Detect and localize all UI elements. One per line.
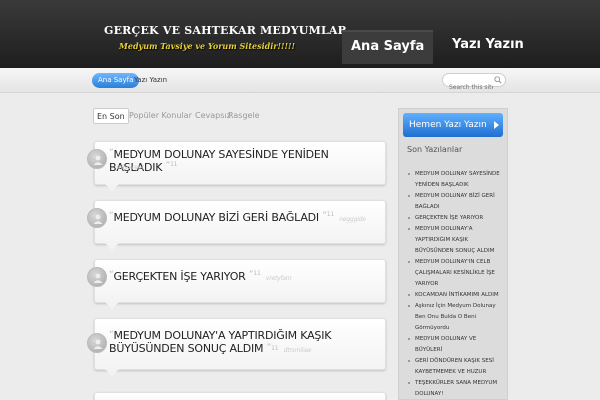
nav-yazi-yazin[interactable]: Yazı Yazın — [452, 30, 524, 64]
bubble-arrow — [105, 184, 119, 191]
recent-post-link[interactable]: Görmüyordu — [405, 323, 505, 334]
post-title[interactable]: “MEDYUM DOLUNAY'A YAPTIRDIĞIM KAŞIK BÜYÜ… — [109, 329, 331, 357]
recent-post-link[interactable]: MEDYUM DOLUNAY'IN CELB — [405, 257, 505, 268]
recent-post-link[interactable]: BÜYÜLERİ — [405, 345, 505, 356]
tab-cevapsiz[interactable]: Cevapsız — [195, 108, 231, 124]
post-title[interactable]: “MEDYUM DOLUNAY BİZİ GERİ BAĞLADI ”11 ne… — [109, 211, 366, 224]
recent-post-link[interactable]: YENİDEN BAŞLADIK — [405, 180, 505, 191]
post-item[interactable]: “MEDYUM DOLUNAY'A YAPTIRDIĞIM KAŞIK BÜYÜ… — [87, 318, 386, 376]
post-item[interactable]: “GERÇEKTEN İŞE YARIYOR ”11 vretyfam — [87, 259, 386, 309]
arrow-right-icon — [494, 121, 499, 129]
recent-post-link[interactable]: YAPTIRDIĞIM KAŞIK — [405, 235, 505, 246]
recent-post-link[interactable]: MEDYUM DOLUNAY SAYESİNDE — [405, 169, 505, 180]
post-item[interactable]: “MEDYUM DOLUNAY SAYESİNDE YENİDEN BAŞLAD… — [87, 141, 386, 191]
recent-post-link[interactable]: ÇALIŞMALARI KESİNLİKLE İŞE — [405, 268, 505, 279]
post-title-line1[interactable]: MEDYUM DOLUNAY'A YAPTIRDIĞIM KAŞIK — [113, 329, 331, 342]
recent-posts-list: MEDYUM DOLUNAY SAYESİNDE YENİDEN BAŞLADIK… — [405, 169, 505, 400]
comment-count: 11 — [253, 270, 261, 277]
breadcrumb-home[interactable]: Ana Sayfa — [92, 73, 140, 88]
recent-posts-heading: Son Yazılanlar — [407, 145, 463, 154]
post-title-line2[interactable]: BÜYÜSÜNDEN SONUÇ ALDIM — [109, 342, 264, 355]
post-author[interactable]: dtrsmilaw — [284, 347, 312, 354]
post-title[interactable]: “MEDYUM DOLUNAY SAYESİNDE YENİDEN BAŞLAD… — [109, 148, 385, 174]
tab-rasgele[interactable]: Rasgele — [228, 108, 260, 124]
post-title-text[interactable]: GERÇEKTEN İŞE YARIYOR — [113, 270, 245, 283]
recent-post-link[interactable]: TEŞEKKÜRLER SANA MEDYUM — [405, 378, 505, 389]
recent-post-link[interactable]: MEDYUM DOLUNAY BİZİ GERİ — [405, 191, 505, 202]
post-author[interactable]: edevreet — [117, 164, 144, 171]
recent-post-link[interactable]: DOLUNAY! — [405, 389, 505, 400]
search-icon[interactable] — [494, 76, 502, 84]
recent-post-link[interactable]: Ben Onu Bulda O Beni — [405, 312, 505, 323]
tab-populer-konular[interactable]: Popüler Konular — [129, 108, 192, 124]
user-avatar-icon — [87, 149, 107, 169]
recent-post-link[interactable]: MEDYUM DOLUNAY'A — [405, 224, 505, 235]
sidebar: Hemen Yazı Yazın Son Yazılanlar MEDYUM D… — [398, 108, 508, 400]
bubble-arrow — [105, 302, 119, 309]
user-avatar-icon — [87, 208, 107, 228]
search-input[interactable] — [443, 81, 493, 94]
user-avatar-icon — [87, 267, 107, 287]
recent-post-link[interactable]: BAĞLADI — [405, 202, 505, 213]
write-now-label: Hemen Yazı Yazın — [409, 120, 487, 130]
post-item[interactable]: “MEDYUM DOLUNAY BİZİ GERİ BAĞLADI ”11 ne… — [87, 200, 386, 250]
recent-post-link[interactable]: Aşkınız İçin Medyum Dolunay — [405, 301, 505, 312]
site-title[interactable]: GERÇEK VE SAHTEKAR MEDYUMLAR — [104, 24, 347, 37]
comment-count: 11 — [326, 211, 334, 218]
recent-post-link[interactable]: GERÇEKTEN İŞE YARIYOR — [405, 213, 505, 224]
breadcrumb-current: Yazı Yazın — [134, 76, 168, 84]
recent-post-link[interactable]: KAYBETMEMEK VE HUZUR — [405, 367, 505, 378]
post-author[interactable]: vretyfam — [266, 275, 292, 282]
bubble-arrow — [105, 369, 119, 376]
nav-ana-sayfa[interactable]: Ana Sayfa — [342, 30, 434, 64]
recent-post-link[interactable]: BÜYÜSÜNDEN SONUÇ ALDIM — [405, 246, 505, 257]
post-item[interactable] — [94, 392, 386, 400]
recent-post-link[interactable]: YARIYOR — [405, 279, 505, 290]
breadcrumb: Ana Sayfa Yazı Yazın — [0, 68, 600, 94]
recent-post-link[interactable]: MEDYUM DOLUNAY VE — [405, 334, 505, 345]
comment-count: 11 — [271, 345, 279, 352]
tab-en-son[interactable]: En Son — [93, 108, 129, 124]
bubble-arrow — [105, 243, 119, 250]
site-header: GERÇEK VE SAHTEKAR MEDYUMLAR Medyum Tavs… — [0, 0, 600, 68]
post-title[interactable]: “GERÇEKTEN İŞE YARIYOR ”11 vretyfam — [109, 270, 292, 283]
site-tagline: Medyum Tavsiye ve Yorum Sitesidir!!!!! — [119, 41, 296, 51]
user-avatar-icon — [87, 333, 107, 353]
recent-post-link[interactable]: KOCAMDAN İNTİKAMIMI ALDIM — [405, 290, 505, 301]
post-title-text[interactable]: MEDYUM DOLUNAY BİZİ GERİ BAĞLADI — [113, 211, 319, 224]
search-box — [442, 73, 506, 94]
recent-post-link[interactable]: GERİ DÖNDÜREN KAŞIK SESİ — [405, 356, 505, 367]
post-author[interactable]: negggide — [339, 216, 366, 223]
write-now-button[interactable]: Hemen Yazı Yazın — [403, 113, 503, 137]
comment-count: 11 — [170, 161, 178, 168]
